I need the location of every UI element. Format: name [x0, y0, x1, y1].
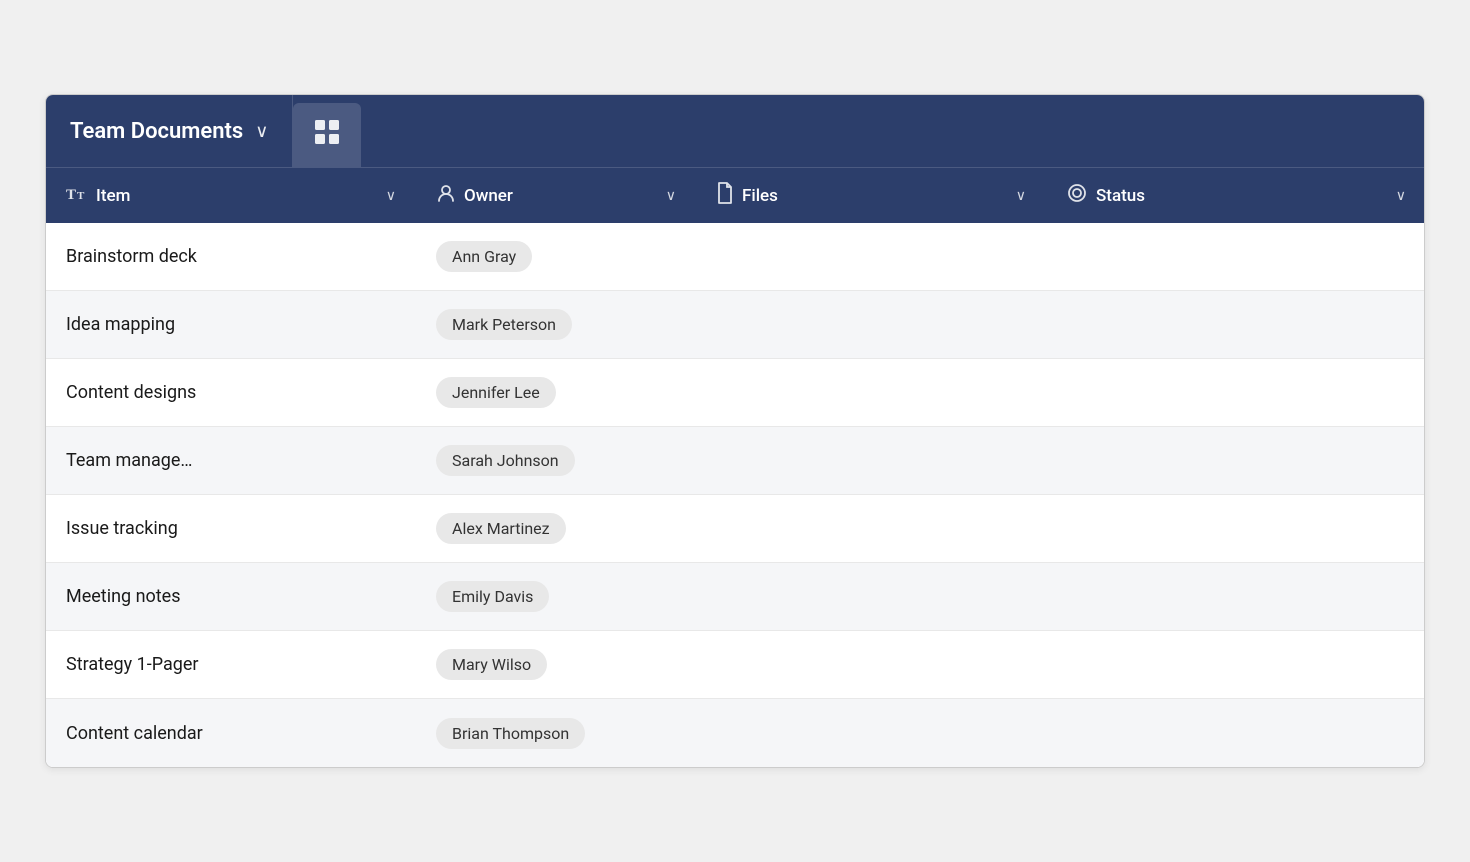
cell-files	[696, 699, 1046, 767]
col-header-item-label: Item	[96, 186, 130, 206]
cell-files	[696, 291, 1046, 358]
col-header-files[interactable]: Files ∨	[696, 168, 1046, 223]
cell-files	[696, 427, 1046, 494]
svg-text:T: T	[66, 187, 76, 203]
item-name: Brainstorm deck	[66, 246, 197, 267]
table-row[interactable]: Strategy 1-Pager Mary Wilso	[46, 631, 1424, 699]
cell-files	[696, 563, 1046, 630]
cell-item: Team manage…	[46, 427, 416, 494]
item-name: Content designs	[66, 382, 196, 403]
status-circle-icon	[1066, 182, 1088, 209]
owner-person-icon	[436, 183, 456, 208]
col-header-status-label: Status	[1096, 186, 1145, 206]
table-body: Brainstorm deck Ann Gray Idea mapping Mark …	[46, 223, 1424, 767]
cell-owner: Ann Gray	[416, 223, 696, 290]
cell-item: Issue tracking	[46, 495, 416, 562]
item-name: Meeting notes	[66, 586, 181, 607]
cell-item: Brainstorm deck	[46, 223, 416, 290]
cell-status	[1046, 563, 1425, 630]
table-row[interactable]: Content designs Jennifer Lee	[46, 359, 1424, 427]
cell-status	[1046, 631, 1425, 698]
svg-text:T: T	[77, 190, 85, 202]
cell-status	[1046, 699, 1425, 767]
col-header-owner-label: Owner	[464, 186, 513, 206]
item-col-chevron-icon: ∨	[386, 188, 396, 204]
table-row[interactable]: Content calendar Brian Thompson	[46, 699, 1424, 767]
item-name: Team manage…	[66, 450, 192, 471]
grid-view-button[interactable]	[293, 103, 361, 167]
cell-item: Content designs	[46, 359, 416, 426]
grid-icon	[313, 118, 341, 152]
table-row[interactable]: Team manage… Sarah Johnson	[46, 427, 1424, 495]
owner-badge[interactable]: Alex Martinez	[436, 513, 566, 544]
cell-owner: Mark Peterson	[416, 291, 696, 358]
col-header-files-label: Files	[742, 186, 778, 206]
cell-status	[1046, 359, 1425, 426]
cell-owner: Sarah Johnson	[416, 427, 696, 494]
column-headers: T T Item ∨ Owner ∨	[46, 167, 1424, 223]
cell-owner: Jennifer Lee	[416, 359, 696, 426]
owner-badge[interactable]: Jennifer Lee	[436, 377, 556, 408]
cell-files	[696, 495, 1046, 562]
item-type-icon: T T	[66, 183, 88, 208]
cell-status	[1046, 223, 1425, 290]
team-documents-table: Team Documents ∨ T T Item	[45, 94, 1425, 768]
table-row[interactable]: Meeting notes Emily Davis	[46, 563, 1424, 631]
cell-owner: Mary Wilso	[416, 631, 696, 698]
owner-badge[interactable]: Mark Peterson	[436, 309, 572, 340]
item-name: Strategy 1-Pager	[66, 654, 199, 675]
cell-item: Idea mapping	[46, 291, 416, 358]
col-header-owner[interactable]: Owner ∨	[416, 168, 696, 223]
item-name: Idea mapping	[66, 314, 175, 335]
table-row[interactable]: Brainstorm deck Ann Gray	[46, 223, 1424, 291]
cell-files	[696, 631, 1046, 698]
owner-badge[interactable]: Ann Gray	[436, 241, 532, 272]
item-name: Issue tracking	[66, 518, 178, 539]
cell-owner: Alex Martinez	[416, 495, 696, 562]
title-section: Team Documents ∨	[46, 95, 293, 167]
item-name: Content calendar	[66, 723, 203, 744]
col-header-status[interactable]: Status ∨	[1046, 168, 1425, 223]
files-col-chevron-icon: ∨	[1016, 188, 1026, 204]
cell-files	[696, 223, 1046, 290]
owner-col-chevron-icon: ∨	[666, 188, 676, 204]
cell-files	[696, 359, 1046, 426]
cell-status	[1046, 291, 1425, 358]
table-row[interactable]: Idea mapping Mark Peterson	[46, 291, 1424, 359]
cell-status	[1046, 495, 1425, 562]
status-col-chevron-icon: ∨	[1396, 188, 1406, 204]
cell-owner: Emily Davis	[416, 563, 696, 630]
owner-badge[interactable]: Mary Wilso	[436, 649, 547, 680]
table-title: Team Documents	[70, 119, 243, 144]
owner-badge[interactable]: Emily Davis	[436, 581, 549, 612]
cell-status	[1046, 427, 1425, 494]
col-header-item[interactable]: T T Item ∨	[46, 168, 416, 223]
cell-item: Meeting notes	[46, 563, 416, 630]
title-chevron-icon[interactable]: ∨	[255, 121, 268, 142]
owner-badge[interactable]: Brian Thompson	[436, 718, 585, 749]
table-row[interactable]: Issue tracking Alex Martinez	[46, 495, 1424, 563]
cell-item: Strategy 1-Pager	[46, 631, 416, 698]
cell-owner: Brian Thompson	[416, 699, 696, 767]
files-doc-icon	[716, 182, 734, 209]
table-header-bar: Team Documents ∨	[46, 95, 1424, 167]
cell-item: Content calendar	[46, 699, 416, 767]
owner-badge[interactable]: Sarah Johnson	[436, 445, 575, 476]
